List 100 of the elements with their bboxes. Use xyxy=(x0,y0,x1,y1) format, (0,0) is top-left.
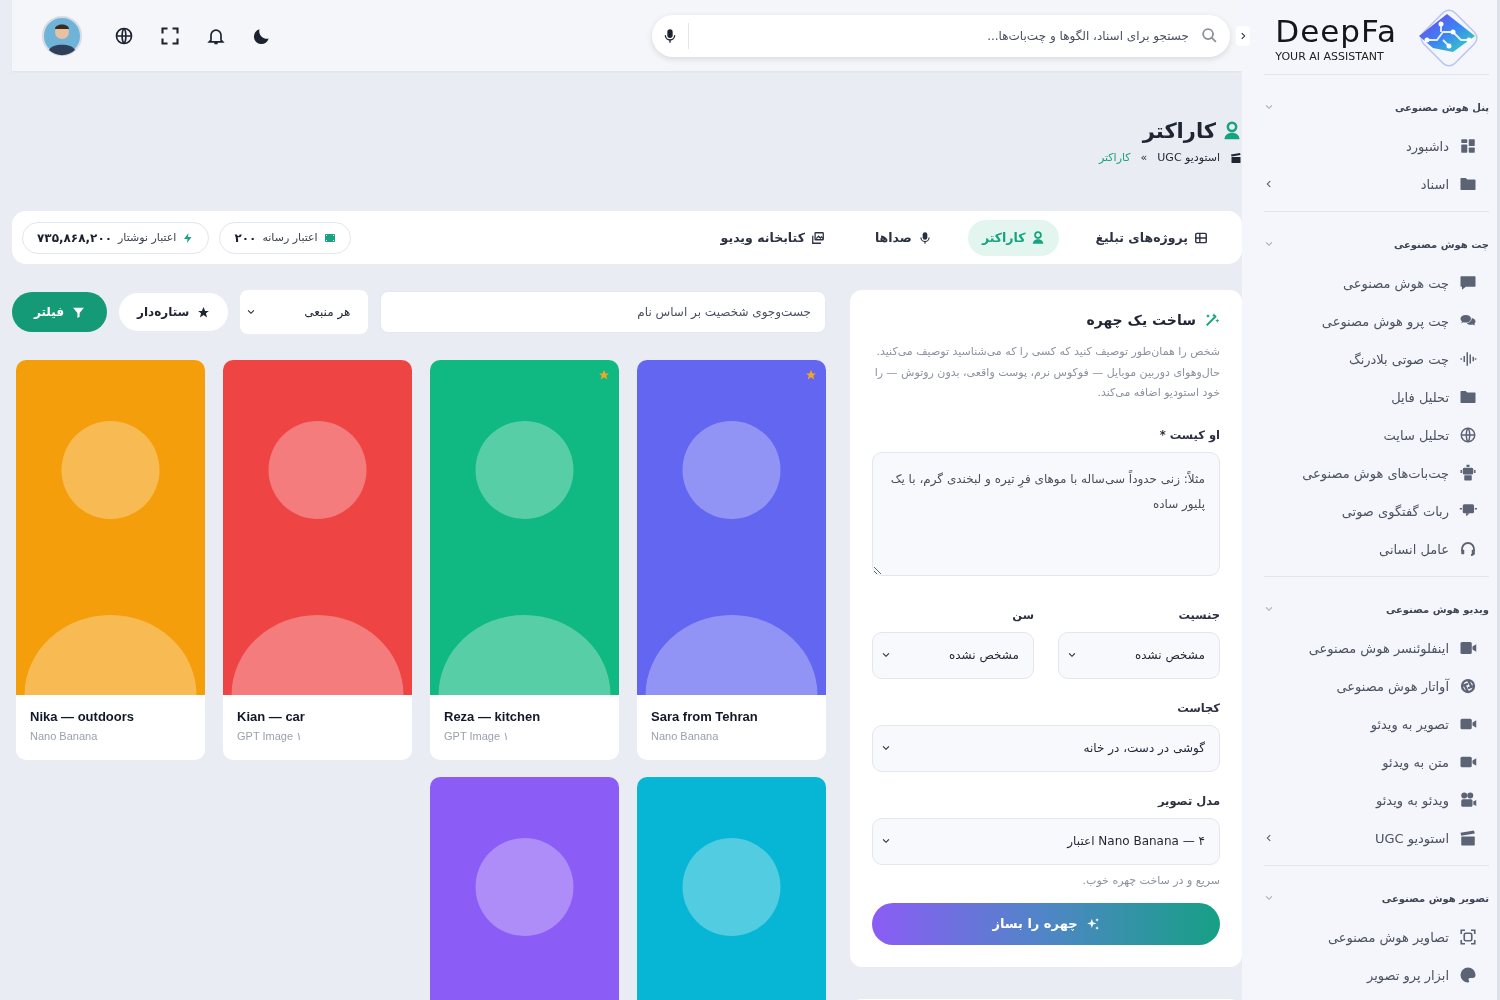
sidebar-item[interactable]: داشبورد xyxy=(1264,127,1489,165)
credit-value: ۷۳۵,۸۶۸,۲۰۰ xyxy=(37,230,113,245)
globe-icon xyxy=(1459,426,1477,444)
breadcrumb-separator: » xyxy=(1140,151,1148,164)
aperture-icon xyxy=(1459,677,1477,695)
images-icon xyxy=(810,230,825,245)
filter-button[interactable]: فیلتر xyxy=(12,292,108,332)
chevron-down-icon xyxy=(1067,650,1077,660)
field-label: کجاست xyxy=(1176,700,1220,715)
sidebar-item[interactable]: ویدئو به ویدئو xyxy=(1264,781,1489,819)
panel-title: ساخت یک چهره xyxy=(1086,312,1196,328)
fullscreen-icon[interactable] xyxy=(160,25,180,46)
sidebar-item[interactable]: چت هوش مصنوعی xyxy=(1264,264,1489,302)
sidebar-item[interactable]: تصویر به ویدئو xyxy=(1264,705,1489,743)
section-heading: تصویر هوش مصنوعی xyxy=(1381,892,1489,904)
sidebar-item[interactable]: متن به ویدئو xyxy=(1264,743,1489,781)
layout-icon xyxy=(1194,230,1208,245)
sidebar-item[interactable]: آواتار هوش مصنوعی xyxy=(1264,667,1489,705)
tab[interactable]: صداها xyxy=(860,219,946,256)
search-bar[interactable]: جستجو برای اسناد، الگوها و چت‌بات‌ها... xyxy=(652,14,1230,57)
card-title: Sara from Tehran xyxy=(651,709,758,724)
sidebar-item[interactable]: اینفلوئنسر هوش مصنوعی xyxy=(1264,629,1489,667)
folder-icon xyxy=(1459,388,1477,406)
card-subtitle: Nano Banana xyxy=(30,730,98,742)
folder-icon xyxy=(1459,175,1477,193)
avatar[interactable] xyxy=(42,15,82,56)
waveform-icon xyxy=(1459,350,1477,368)
field-label: مدل تصویر xyxy=(1156,793,1220,808)
clapperboard-icon xyxy=(1230,151,1242,164)
chevron-down-icon xyxy=(881,836,891,846)
card-title: Kian — car xyxy=(237,709,305,724)
section-heading: چت هوش مصنوعی xyxy=(1393,238,1489,250)
video-camera-icon xyxy=(1459,639,1477,657)
sidebar-item[interactable]: تحلیل سایت xyxy=(1264,416,1489,454)
clapperboard-icon xyxy=(1459,829,1477,847)
tab[interactable]: پروژه‌های تبلیغ xyxy=(1081,219,1222,256)
search-field[interactable]: جستجو برای اسناد، الگوها و چت‌بات‌ها... xyxy=(699,27,1191,44)
character-card[interactable]: Sara from Tehran Nano Banana xyxy=(637,360,826,760)
palette-icon xyxy=(1459,966,1477,984)
microphone-icon[interactable] xyxy=(662,27,678,44)
dropdown[interactable]: گوشی در دست، در خانه xyxy=(872,724,1220,772)
sidebar-item[interactable]: ربات گفتگوی صوتی xyxy=(1264,492,1489,530)
brand-tagline: YOUR AI ASSISTANT xyxy=(1275,49,1384,63)
dropdown[interactable]: Nano Banana — ۴ اعتبار xyxy=(872,817,1220,865)
credit-label: اعتبار رسانه xyxy=(262,231,318,244)
chevron-down-icon xyxy=(881,650,891,660)
card-title: Reza — kitchen xyxy=(444,709,541,724)
field-label: سن xyxy=(1011,607,1034,622)
hint-text: سریع و در ساخت چهره خوب. xyxy=(1081,873,1220,887)
user-icon xyxy=(1031,230,1046,245)
breadcrumb[interactable]: استودیو UGC xyxy=(1157,151,1220,164)
section-heading: پنل هوش مصنوعی xyxy=(1394,101,1489,113)
filter-icon xyxy=(72,305,86,319)
card-title: Nika — outdoors xyxy=(30,709,134,724)
card-subtitle: GPT Image ۱ xyxy=(444,730,510,743)
sidebar-item[interactable]: تصاویر هوش مصنوعی xyxy=(1264,918,1489,956)
brand-name: DeepFa xyxy=(1275,13,1397,48)
dropdown[interactable]: هر منبعی xyxy=(240,290,369,334)
section-heading: ویدیو هوش مصنوعی xyxy=(1385,603,1489,615)
star-icon xyxy=(197,305,211,319)
character-card[interactable]: Nika — outdoors Nano Banana xyxy=(16,360,205,760)
sidebar-item[interactable]: عامل انسانی xyxy=(1264,530,1489,568)
globe-icon[interactable] xyxy=(114,25,134,46)
magic-wand-icon xyxy=(1204,312,1220,328)
microphone-icon xyxy=(917,230,932,245)
robot-icon xyxy=(1459,464,1477,482)
film-icon xyxy=(323,231,336,244)
dropdown[interactable]: مشخص نشده xyxy=(872,631,1034,679)
sidebar-item[interactable]: تحلیل فایل xyxy=(1264,378,1489,416)
text-area[interactable]: مثلاً: زنی حدوداً سی‌ساله با موهای فرِ تیره و لبخندی گرم، با یک پلیور ساده xyxy=(872,451,1220,576)
chevron-right-icon xyxy=(1238,31,1248,41)
dashboard-icon xyxy=(1459,137,1477,155)
dropdown[interactable]: مشخص نشده xyxy=(1058,631,1220,679)
sidebar-item[interactable]: اسناد xyxy=(1264,165,1489,203)
chat-icon xyxy=(1459,274,1477,292)
field-label: او کیست * xyxy=(1158,427,1220,442)
movie-camera-icon xyxy=(1459,791,1477,809)
sidebar-item[interactable]: چت‌بات‌های هوش مصنوعی xyxy=(1264,454,1489,492)
sidebar-item[interactable]: چت پرو هوش مصنوعی xyxy=(1264,302,1489,340)
chevron-down-icon xyxy=(246,307,257,317)
headset-icon xyxy=(1459,540,1477,558)
sparkle-icon xyxy=(1085,916,1100,931)
sidebar-item[interactable]: استودیو UGC xyxy=(1264,819,1489,857)
collapse-button[interactable] xyxy=(1236,26,1250,46)
sidebar-item[interactable]: چت صوتی بلادرنگ xyxy=(1264,340,1489,378)
card-subtitle: GPT Image ۱ xyxy=(237,730,303,743)
search-field[interactable]: جست‌وجوی شخصیت بر اساس نام xyxy=(380,291,826,333)
field-label: جنسیت xyxy=(1177,607,1220,622)
sidebar-item[interactable]: ابزار پرو تصویر xyxy=(1264,956,1489,994)
user-icon xyxy=(1222,121,1242,141)
credit-label: اعتبار نوشتار xyxy=(118,231,177,244)
generate-button[interactable]: چهره را بساز xyxy=(872,902,1220,945)
tab[interactable]: کتابخانه ویدیو xyxy=(706,219,839,256)
description: شخص را همان‌طور توصیف کنید که کسی را که می‌شناسید توصیف می‌کنید. حال‌وهوای دوربین موبایل — فوکوس نرم، پوست واقعی، بدون روتوش — را خود استودیو اضافه می‌کند. xyxy=(873,344,1220,401)
search-icon xyxy=(1201,27,1218,44)
chevron-down-icon xyxy=(881,743,891,753)
page-title: کاراکتر xyxy=(1142,119,1216,143)
card-subtitle: Nano Banana xyxy=(651,730,719,742)
credit-value: ۲۰۰ xyxy=(234,230,257,245)
starred-toggle[interactable]: ستاره‌دار xyxy=(119,293,229,331)
